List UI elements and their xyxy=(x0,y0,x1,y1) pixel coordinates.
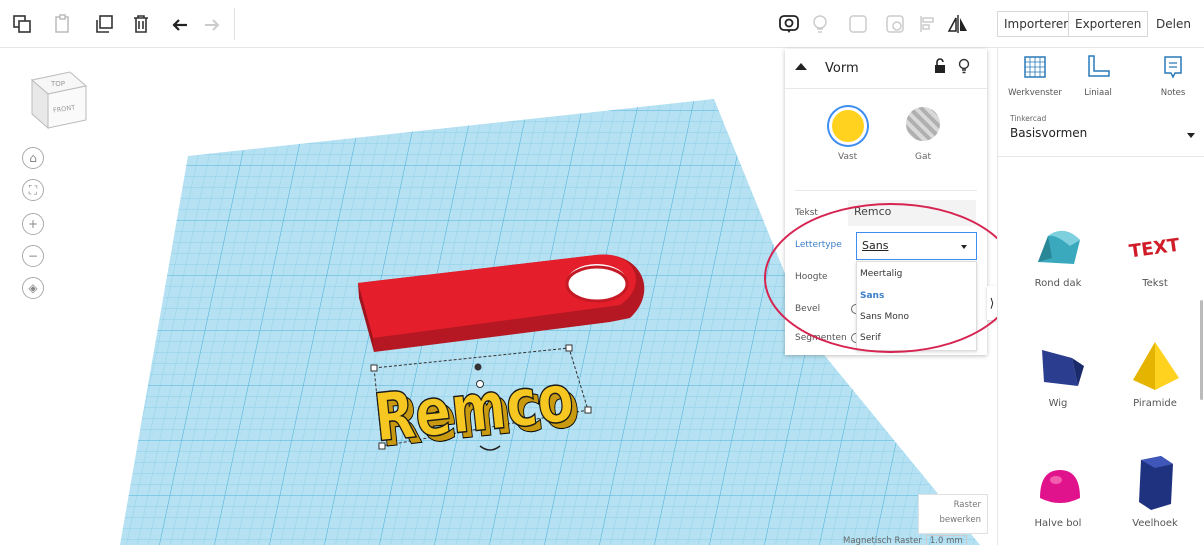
view-cube[interactable]: TOP FRONT xyxy=(26,66,92,132)
home-view-icon[interactable]: ⌂ xyxy=(22,147,44,169)
rounded-roof-icon xyxy=(1038,230,1080,264)
redo-icon[interactable] xyxy=(198,10,226,38)
shape-label: Veelhoek xyxy=(1132,518,1178,529)
export-button[interactable]: Exporteren xyxy=(1068,11,1149,37)
shape-half-sphere[interactable]: Halve bol xyxy=(1013,458,1103,529)
duplicate-icon[interactable] xyxy=(90,10,118,38)
edit-grid-line2: bewerken xyxy=(939,515,981,525)
right-sidebar: Werkvenster Liniaal Notes Tinkercad Basi… xyxy=(997,48,1204,545)
snap-grid[interactable]: Magnetisch Raster 1.0 mm xyxy=(843,535,967,545)
zoom-out-icon[interactable]: − xyxy=(22,245,44,267)
undo-icon[interactable] xyxy=(166,10,194,38)
wedge-icon xyxy=(1042,350,1084,386)
shape-polygon[interactable]: Veelhoek xyxy=(1110,450,1200,529)
edit-grid-button[interactable]: Raster bewerken xyxy=(918,494,988,534)
pyramid-icon xyxy=(1133,342,1179,390)
shape-wedge[interactable]: Wig xyxy=(1013,338,1103,409)
notes-label: Notes xyxy=(1160,88,1186,98)
notes-tool[interactable]: Notes xyxy=(1143,54,1203,98)
unlock-icon[interactable] xyxy=(933,57,947,75)
hide-bulb-icon[interactable] xyxy=(957,57,971,75)
shape-label: Wig xyxy=(1048,398,1068,409)
inspector-divider xyxy=(795,190,977,191)
perspective-icon[interactable]: ◈ xyxy=(22,277,44,299)
workplane-label: Werkvenster xyxy=(1008,88,1062,98)
shape-pyramid[interactable]: Piramide xyxy=(1110,338,1200,409)
share-button[interactable]: Delen xyxy=(1150,11,1197,37)
svg-text:TEXT: TEXT xyxy=(1128,235,1182,263)
hole-label: Gat xyxy=(915,152,932,162)
inspector-header[interactable]: Vorm xyxy=(785,49,987,89)
collapse-caret-icon[interactable] xyxy=(795,63,807,70)
snap-grid-label: Magnetisch Raster xyxy=(843,536,922,545)
shape-label: Tekst xyxy=(1142,278,1168,289)
library-select[interactable]: Tinkercad Basisvormen xyxy=(998,103,1204,157)
ruler-tool[interactable]: Liniaal xyxy=(1068,54,1128,98)
hint-bulb-icon[interactable] xyxy=(806,10,834,38)
half-sphere-icon xyxy=(1040,470,1080,503)
text-prop-label: Tekst xyxy=(795,208,818,218)
paste-icon[interactable] xyxy=(49,10,77,38)
show-all-icon[interactable] xyxy=(775,10,803,38)
library-source: Tinkercad xyxy=(1010,114,1047,123)
view-cube-top[interactable]: TOP xyxy=(50,80,65,88)
shape-text[interactable]: TEXT Tekst xyxy=(1110,218,1200,289)
solid-label: Vast xyxy=(838,152,858,162)
snap-grid-value[interactable]: 1.0 mm xyxy=(925,535,967,545)
shape-label: Rond dak xyxy=(1034,278,1082,289)
hole-swatch[interactable] xyxy=(906,107,940,141)
import-button[interactable]: Importeren xyxy=(997,11,1078,37)
group-icon[interactable] xyxy=(844,10,872,38)
tinkercad-app: Importeren Exporteren Delen Remco Remco … xyxy=(0,0,1204,545)
notes-icon xyxy=(1164,56,1182,79)
fit-view-icon[interactable]: ⛶ xyxy=(22,179,44,201)
zoom-in-icon[interactable]: + xyxy=(22,213,44,235)
workplane-tool[interactable]: Werkvenster xyxy=(1005,54,1065,98)
top-toolbar: Importeren Exporteren Delen xyxy=(0,0,1204,48)
ruler-label: Liniaal xyxy=(1084,88,1112,98)
sidebar-scrollbar[interactable] xyxy=(1200,300,1203,400)
copy-icon[interactable] xyxy=(8,10,36,38)
library-name: Basisvormen xyxy=(1010,126,1088,140)
shape-label: Piramide xyxy=(1133,398,1177,409)
align-icon[interactable] xyxy=(914,10,942,38)
polygon-icon xyxy=(1139,456,1173,510)
text-shape-icon: TEXT xyxy=(1128,235,1182,263)
inspector-title: Vorm xyxy=(825,61,859,76)
dropdown-arrow-icon xyxy=(1187,133,1195,138)
solid-color-swatch[interactable] xyxy=(829,107,867,145)
mirror-icon[interactable] xyxy=(944,10,972,38)
delete-icon[interactable] xyxy=(127,10,155,38)
ungroup-icon[interactable] xyxy=(881,10,909,38)
ruler-icon xyxy=(1088,55,1110,77)
shape-label: Halve bol xyxy=(1034,518,1082,529)
edit-grid-line1: Raster xyxy=(953,500,981,510)
toolbar-divider xyxy=(234,8,235,40)
shape-rounded-roof[interactable]: Rond dak xyxy=(1013,218,1103,289)
highlight-ellipse xyxy=(764,203,1018,353)
workplane-icon xyxy=(1024,56,1046,78)
